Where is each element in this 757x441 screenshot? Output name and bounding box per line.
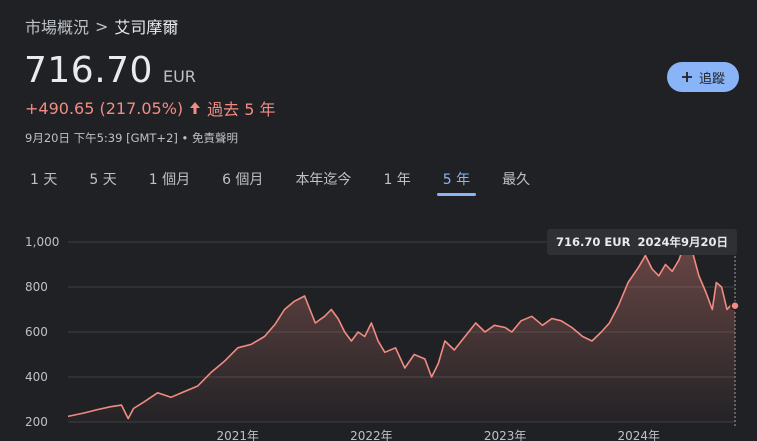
breadcrumb-current: 艾司摩爾 <box>114 18 179 37</box>
current-price: 716.70 <box>24 50 153 91</box>
hover-point <box>730 300 740 311</box>
tab-1[interactable]: 5 天 <box>77 168 128 196</box>
breadcrumb: 市場概況 > 艾司摩爾 <box>25 14 178 38</box>
tab-4[interactable]: 本年迄今 <box>283 168 363 196</box>
y-tick-label: 600 <box>25 325 48 339</box>
plus-icon <box>681 72 692 82</box>
x-tick-label: 2023年 <box>484 429 527 441</box>
tab-3[interactable]: 6 個月 <box>210 168 275 196</box>
chart-tooltip: 716.70 EUR 2024年9月20日 <box>547 229 737 255</box>
y-tick-label: 800 <box>25 280 48 294</box>
change-period: 過去 5 年 <box>207 100 276 119</box>
price-change-row: +490.65 (217.05%) 過去 5 年 <box>25 96 276 120</box>
tab-7[interactable]: 最久 <box>490 168 542 196</box>
follow-button-label: 追蹤 <box>698 71 725 87</box>
tooltip-price: 716.70 EUR <box>556 235 631 249</box>
breadcrumb-market-overview[interactable]: 市場概況 <box>25 14 89 38</box>
price-change: +490.65 (217.05%) <box>25 98 184 118</box>
follow-button[interactable]: 追蹤 <box>667 62 739 92</box>
price-row: 716.70 EUR <box>24 50 196 91</box>
y-tick-label: 400 <box>25 370 48 384</box>
arrow-up-icon <box>190 102 201 114</box>
y-tick-label: 200 <box>25 415 48 429</box>
x-tick-label: 2022年 <box>350 429 393 441</box>
y-tick-label: 1,000 <box>25 235 59 249</box>
tab-5[interactable]: 1 年 <box>371 168 422 196</box>
tab-2[interactable]: 1 個月 <box>137 168 202 196</box>
breadcrumb-separator: > <box>95 16 109 36</box>
tab-0[interactable]: 1 天 <box>18 168 69 196</box>
x-tick-label: 2024年 <box>617 429 660 441</box>
price-currency: EUR <box>162 67 196 86</box>
tooltip-date: 2024年9月20日 <box>637 235 728 249</box>
time-range-tabs: 1 天 5 天 1 個月 6 個月 本年迄今 1 年 5 年最久 <box>18 168 550 196</box>
tab-6[interactable]: 5 年 <box>431 168 482 196</box>
x-tick-label: 2021年 <box>216 429 259 441</box>
quote-timestamp: 9月20日 下午5:39 [GMT+2] • 免責聲明 <box>25 131 238 145</box>
